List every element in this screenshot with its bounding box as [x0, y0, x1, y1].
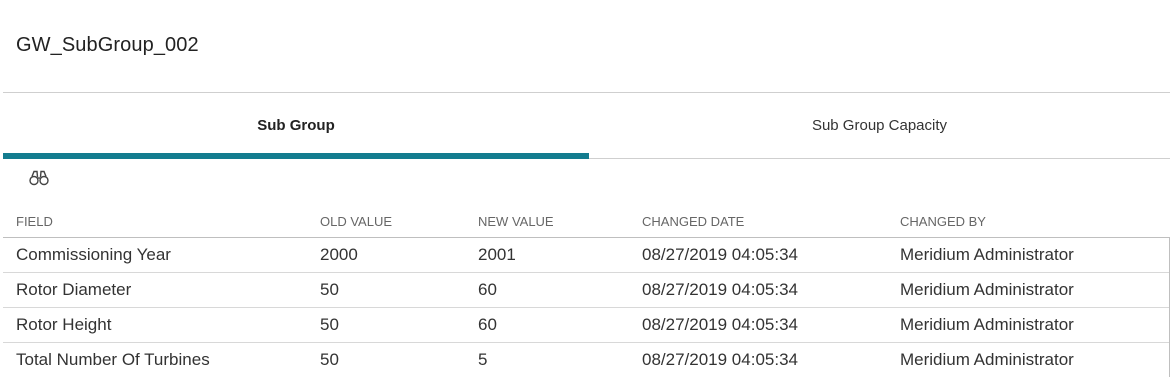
cell-old-value: 50: [320, 350, 339, 369]
cell-field: Rotor Diameter: [16, 280, 132, 299]
tab-bar: Sub Group Sub Group Capacity: [3, 93, 1170, 159]
table-row[interactable]: Rotor Diameter 50 60 08/27/2019 04:05:34…: [3, 273, 1169, 308]
cell-new-value: 2001: [478, 245, 516, 264]
table-header: FIELD OLD VALUE NEW VALUE CHANGED DATE C…: [3, 206, 1170, 237]
table-row[interactable]: Total Number Of Turbines 50 5 08/27/2019…: [3, 343, 1169, 377]
column-header-changed-by[interactable]: CHANGED BY: [887, 214, 1170, 229]
cell-old-value: 2000: [320, 245, 358, 264]
column-header-old-value[interactable]: OLD VALUE: [307, 214, 465, 229]
table-body: Commissioning Year 2000 2001 08/27/2019 …: [3, 237, 1170, 377]
cell-old-value: 50: [320, 280, 339, 299]
cell-field: Rotor Height: [16, 315, 112, 334]
cell-changed-by: Meridium Administrator: [900, 245, 1074, 264]
cell-changed-by: Meridium Administrator: [900, 315, 1074, 334]
column-header-new-value[interactable]: NEW VALUE: [465, 214, 629, 229]
cell-field: Commissioning Year: [16, 245, 171, 264]
page-title: GW_SubGroup_002: [16, 34, 199, 56]
table-row[interactable]: Rotor Height 50 60 08/27/2019 04:05:34 M…: [3, 308, 1169, 343]
cell-changed-date: 08/27/2019 04:05:34: [642, 280, 798, 299]
cell-new-value: 60: [478, 280, 497, 299]
active-tab-indicator: [3, 153, 589, 159]
history-table: FIELD OLD VALUE NEW VALUE CHANGED DATE C…: [3, 206, 1170, 377]
cell-changed-by: Meridium Administrator: [900, 350, 1074, 369]
cell-changed-date: 08/27/2019 04:05:34: [642, 245, 798, 264]
cell-changed-date: 08/27/2019 04:05:34: [642, 350, 798, 369]
table-row[interactable]: Commissioning Year 2000 2001 08/27/2019 …: [3, 238, 1169, 273]
cell-field: Total Number Of Turbines: [16, 350, 210, 369]
binoculars-icon: [29, 170, 49, 191]
tab-sub-group-capacity[interactable]: Sub Group Capacity: [589, 93, 1170, 158]
tab-sub-group[interactable]: Sub Group: [3, 93, 589, 158]
column-header-changed-date[interactable]: CHANGED DATE: [629, 214, 887, 229]
cell-new-value: 60: [478, 315, 497, 334]
search-button[interactable]: [28, 170, 50, 190]
column-header-field[interactable]: FIELD: [3, 214, 307, 229]
cell-new-value: 5: [478, 350, 488, 369]
cell-changed-by: Meridium Administrator: [900, 280, 1074, 299]
cell-old-value: 50: [320, 315, 339, 334]
cell-changed-date: 08/27/2019 04:05:34: [642, 315, 798, 334]
